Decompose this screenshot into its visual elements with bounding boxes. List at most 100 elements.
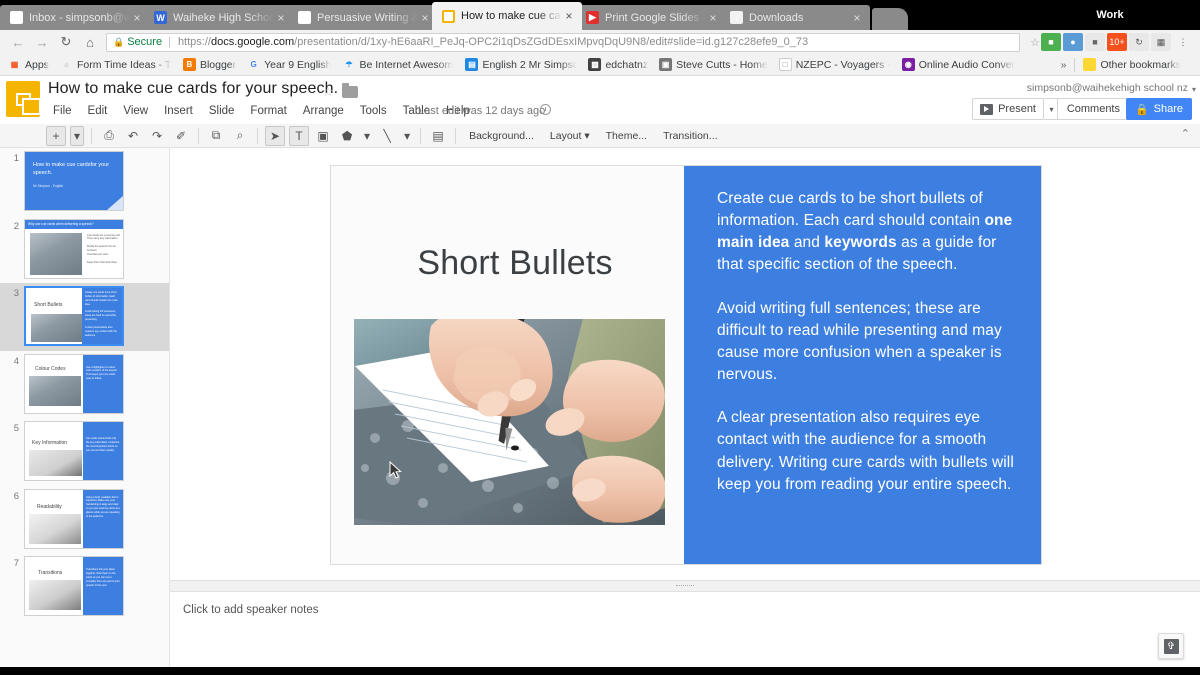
slide-image-hand-writing-on-cue-card[interactable]: [353, 318, 666, 526]
filmstrip-slide-6[interactable]: 6 Readability Using a bold, readable fon…: [0, 486, 170, 554]
bookmark-nzepc-voyagers[interactable]: □ NZEPC - Voyagers - S: [779, 58, 891, 71]
filmstrip-slide-3[interactable]: 3 Short Bullets Create cue cards to be s…: [0, 283, 170, 351]
new-slide-options-button[interactable]: ▾: [70, 126, 84, 146]
bookmark-year-9-english[interactable]: G Year 9 English: [247, 58, 331, 71]
filmstrip-slide-7[interactable]: 7 Transitions Transitions link your idea…: [0, 553, 170, 621]
back-icon[interactable]: ←: [6, 32, 30, 52]
bookmarks-overflow-icon[interactable]: »: [1053, 59, 1075, 71]
print-icon[interactable]: ⎙: [99, 126, 119, 146]
bookmark-form-time-ideas[interactable]: ☼ Form Time Ideas - Tu: [60, 58, 172, 71]
filmstrip-slide-2[interactable]: 2 Why use cue cards when delivering a sp…: [0, 216, 170, 284]
star-icon[interactable]: ☆: [322, 84, 334, 100]
bookmark-be-internet-awesome[interactable]: ☂ Be Internet Awesome: [342, 58, 454, 71]
browser-tab-waiheke-high-school[interactable]: W Waiheke High School - C ×: [144, 5, 294, 30]
bookmark-edchatnz[interactable]: ▩ edchatnz: [588, 58, 648, 71]
transition-button[interactable]: Transition...: [655, 130, 725, 142]
close-icon[interactable]: ×: [562, 10, 576, 22]
move-to-folder-icon[interactable]: [342, 86, 358, 98]
paint-format-icon[interactable]: ✐: [171, 126, 191, 146]
speaker-notes-pane[interactable]: Click to add speaker notes ✞: [170, 592, 1200, 675]
bookmark-english-2-mr-simpson[interactable]: ▤ English 2 Mr Simpson: [465, 58, 577, 71]
insert-image-icon[interactable]: ▣: [313, 126, 333, 146]
filmstrip-slide-4[interactable]: 4 Colour Codes Use a highlighter to colo…: [0, 351, 170, 419]
slide-thumbnail[interactable]: Short Bullets Create cue cards to be sho…: [24, 286, 124, 346]
browser-tab-print-google-slides[interactable]: ▶ Print Google Slides -- M ×: [576, 5, 726, 30]
start-presentation-button[interactable]: ✞: [1158, 633, 1184, 659]
notes-resize-handle[interactable]: [170, 580, 1200, 592]
browser-tab-inbox[interactable]: M Inbox - simpsonb@waih ×: [0, 5, 150, 30]
textbox-tool-icon[interactable]: T: [289, 126, 309, 146]
zoom-fit-icon[interactable]: ⧉: [206, 126, 226, 146]
slide-thumbnail[interactable]: Colour Codes Use a highlighter to colour…: [24, 354, 124, 414]
comments-button[interactable]: Comments: [1057, 98, 1130, 120]
chevron-down-icon[interactable]: ▾: [1192, 85, 1196, 94]
new-tab-button[interactable]: [872, 8, 908, 30]
home-icon[interactable]: ⌂: [78, 32, 102, 52]
close-icon[interactable]: ×: [706, 12, 720, 24]
browser-tab-downloads[interactable]: ↓ Downloads ×: [720, 5, 870, 30]
menu-icon[interactable]: ⋮: [1173, 33, 1193, 51]
menu-format[interactable]: Format: [242, 103, 294, 119]
bookmark-steve-cutts-home[interactable]: ▣ Steve Cutts - Home: [659, 58, 768, 71]
slide-thumbnail[interactable]: How to make cue cardsfor your speech. Mr…: [24, 151, 124, 211]
slide-thumbnail[interactable]: Transitions Transitions link your ideas …: [24, 556, 124, 616]
close-icon[interactable]: ×: [274, 12, 288, 24]
refresh-icon[interactable]: ↻: [1129, 33, 1149, 51]
bookmark-other-bookmarks[interactable]: Other bookmarks: [1083, 58, 1181, 71]
undo-icon[interactable]: ↶: [123, 126, 143, 146]
new-slide-button[interactable]: +: [46, 126, 66, 146]
grid-icon[interactable]: ▦: [1151, 33, 1171, 51]
menu-view[interactable]: View: [115, 103, 156, 119]
close-icon[interactable]: ×: [130, 12, 144, 24]
shape-options-icon[interactable]: ▾: [361, 126, 373, 146]
browser-tab-persuasive-writing[interactable]: ▲ Persuasive Writing & Spe ×: [288, 5, 438, 30]
bookmark-online-audio-converter[interactable]: ◉ Online Audio Conver: [902, 58, 1015, 71]
line-tool-icon[interactable]: ╲: [377, 126, 397, 146]
select-tool-icon[interactable]: ➤: [265, 126, 285, 146]
share-button[interactable]: 🔒 Share: [1126, 98, 1192, 120]
browser-tab-how-to-make-cue-cards[interactable]: How to make cue cards f ×: [432, 2, 582, 30]
blue-circle-icon[interactable]: ●: [1063, 33, 1083, 51]
profile-label[interactable]: Work: [1020, 0, 1200, 30]
menu-edit[interactable]: Edit: [80, 103, 116, 119]
google-slides-logo[interactable]: [6, 81, 40, 117]
menu-slide[interactable]: Slide: [201, 103, 243, 119]
slide-title[interactable]: Short Bullets: [365, 244, 665, 283]
collapse-toolbar-icon[interactable]: ⌃: [1181, 127, 1190, 140]
present-button[interactable]: Present: [972, 98, 1044, 120]
menu-insert[interactable]: Insert: [156, 103, 201, 119]
slide-text-panel[interactable]: Create cue cards to be short bullets of …: [684, 166, 1041, 565]
shape-tool-icon[interactable]: ⬟: [337, 126, 357, 146]
red-badge-icon[interactable]: 10+: [1107, 33, 1127, 51]
star-icon[interactable]: ☆: [1030, 36, 1040, 49]
slide-thumbnail[interactable]: Why use cue cards when delivering a spee…: [24, 219, 124, 279]
theme-button[interactable]: Theme...: [598, 130, 655, 142]
menu-file[interactable]: File: [45, 103, 80, 119]
background-button[interactable]: Background...: [461, 130, 542, 142]
layout-grid-icon[interactable]: ▤: [428, 126, 448, 146]
account-email[interactable]: simpsonb@waihekehigh school nz: [1027, 82, 1188, 94]
slide-canvas[interactable]: Short Bullets: [170, 148, 1200, 580]
last-edit-label[interactable]: Last edit was 12 days ago: [418, 105, 545, 117]
bookmark-apps[interactable]: ▦ Apps: [8, 58, 49, 71]
filmstrip-slide-1[interactable]: 1 How to make cue cardsfor your speech. …: [0, 148, 170, 216]
redo-icon[interactable]: ↷: [147, 126, 167, 146]
line-options-icon[interactable]: ▾: [401, 126, 413, 146]
filmstrip-slide-5[interactable]: 5 Key Information Cue cards should hold …: [0, 418, 170, 486]
close-icon[interactable]: ×: [418, 12, 432, 24]
document-title[interactable]: How to make cue cards for your speech.: [48, 80, 338, 98]
slide-thumbnail[interactable]: Readability Using a bold, readable font …: [24, 489, 124, 549]
speaker-notes-placeholder[interactable]: Click to add speaker notes: [183, 604, 319, 616]
slide-thumbnail[interactable]: Key Information Cue cards should hold on…: [24, 421, 124, 481]
menu-arrange[interactable]: Arrange: [295, 103, 352, 119]
layout-button[interactable]: Layout ▾: [542, 130, 598, 142]
zoom-icon[interactable]: ⌕: [230, 126, 250, 146]
address-bar[interactable]: 🔒 Secure | https:// docs.google.com /pre…: [106, 33, 1020, 52]
bookmark-blogger[interactable]: B Blogger: [183, 58, 236, 71]
forward-icon[interactable]: →: [30, 32, 54, 52]
slide-filmstrip[interactable]: 1 How to make cue cardsfor your speech. …: [0, 148, 170, 675]
green-square-icon[interactable]: ■: [1041, 33, 1061, 51]
close-icon[interactable]: ×: [850, 12, 864, 24]
puzzle-icon[interactable]: ■: [1085, 33, 1105, 51]
reload-icon[interactable]: ↻: [54, 32, 78, 52]
